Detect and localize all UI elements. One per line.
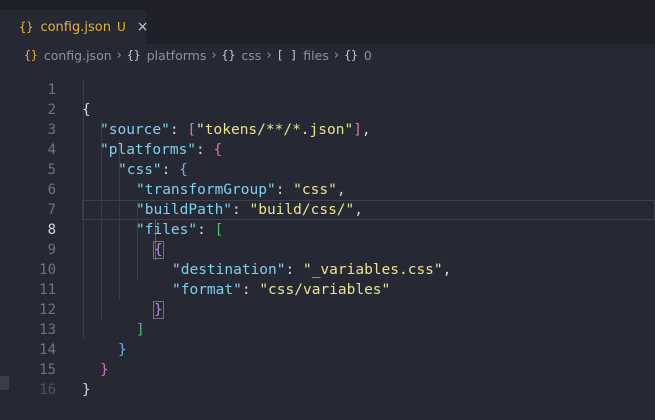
code-line: 2 "source": ["tokens/**/*.json"], [0, 80, 655, 138]
untracked-badge: U [116, 20, 126, 34]
code-line: 9 "destination": "_variables.css", [0, 220, 655, 278]
tab-filename: config.json [40, 19, 111, 35]
code-line: 5 "transformGroup": "css", [0, 140, 655, 198]
code-line: 11 } [0, 260, 655, 319]
code-editor[interactable]: 1 { 2 "source": ["tokens/**/*.json"], 3 … [0, 60, 655, 416]
code-line: 15 } [0, 340, 655, 398]
code-line: 14 } [0, 320, 655, 378]
code-line: 7 "files": [ [0, 180, 655, 238]
code-line: 13 } [0, 300, 655, 358]
code-line-active: 8 { [0, 200, 655, 259]
title-bar [0, 0, 655, 10]
code-line: 16 [0, 360, 655, 398]
code-line: 10 "format": "css/variables" [0, 240, 655, 298]
tab-config-json[interactable]: {} config.json U × [0, 10, 149, 44]
tab-bar: {} config.json U × [0, 10, 655, 44]
code-line: 12 ] [0, 280, 655, 338]
code-line: 3 "platforms": { [0, 100, 655, 158]
glyph-margin-marker [0, 376, 9, 390]
close-icon[interactable]: × [137, 19, 149, 35]
code-line: 6 "buildPath": "build/css/", [0, 160, 655, 218]
brace: } [82, 382, 91, 398]
code-line: 1 { [0, 60, 655, 118]
code-line: 4 "css": { [0, 120, 655, 178]
json-file-icon: {} [19, 20, 34, 34]
